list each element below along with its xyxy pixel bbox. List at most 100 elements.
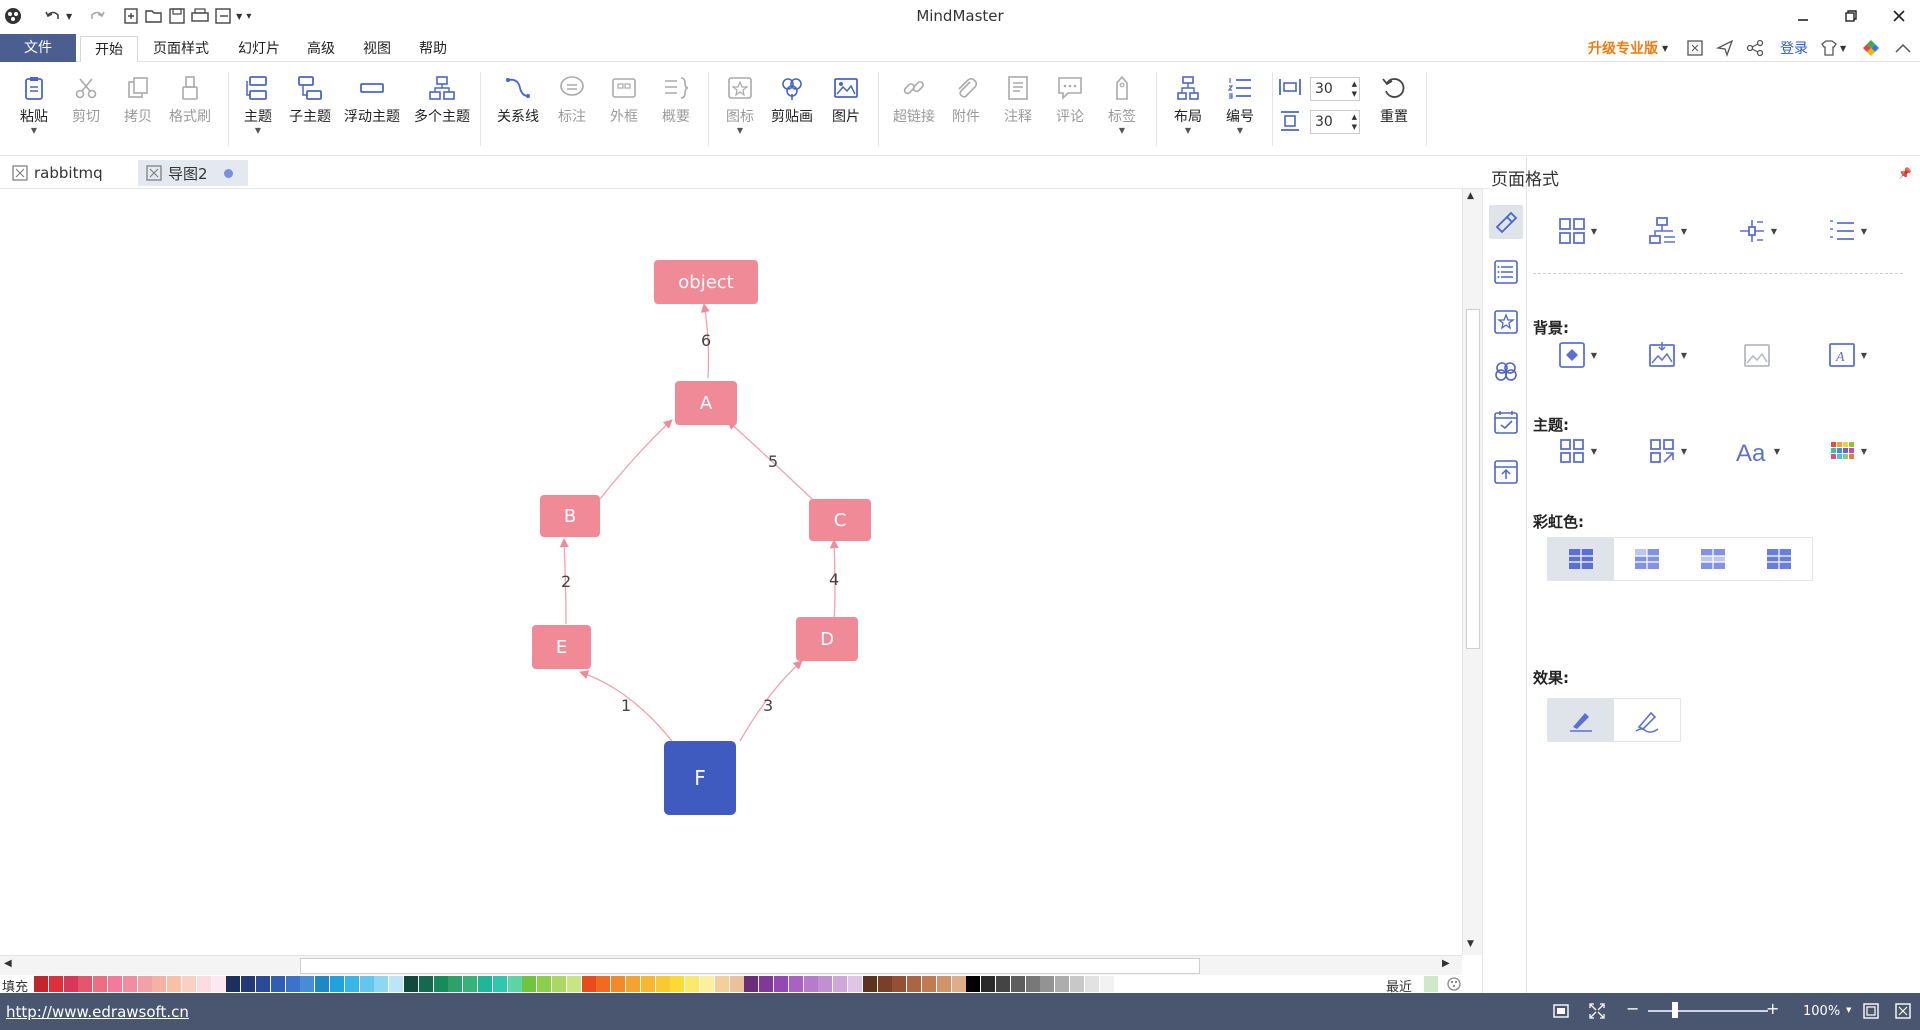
menu-help[interactable]: 帮助 <box>410 36 456 62</box>
color-swatch[interactable] <box>700 976 714 992</box>
zoom-slider[interactable] <box>1648 1010 1768 1012</box>
color-swatch[interactable] <box>48 976 63 992</box>
color-swatch[interactable] <box>877 976 892 992</box>
color-swatch[interactable] <box>330 976 344 992</box>
remove-background-button[interactable] <box>1727 337 1787 373</box>
color-swatch[interactable] <box>492 976 507 992</box>
color-swatch[interactable] <box>596 976 611 992</box>
color-swatch[interactable] <box>892 976 907 992</box>
numbering-button[interactable]: 编号 ▼ <box>1214 72 1266 146</box>
color-swatch[interactable] <box>196 976 211 992</box>
background-image-button[interactable]: ▼ <box>1637 337 1697 373</box>
zoom-in-icon[interactable]: + <box>1766 999 1779 1018</box>
color-swatch[interactable] <box>211 976 226 992</box>
print-icon[interactable] <box>190 7 210 25</box>
save-icon[interactable] <box>168 7 186 25</box>
palette-settings-icon[interactable] <box>1446 976 1462 992</box>
background-color-button[interactable]: ▼ <box>1547 337 1607 373</box>
menu-page-style[interactable]: 页面样式 <box>144 36 218 62</box>
login-link[interactable]: 登录 <box>1780 38 1808 58</box>
color-swatch[interactable] <box>714 976 729 992</box>
color-swatch[interactable] <box>566 976 581 992</box>
zoom-out-icon[interactable]: − <box>1626 999 1639 1018</box>
reset-button[interactable]: 重置 <box>1368 72 1420 146</box>
outline-tab-icon[interactable] <box>1489 255 1523 289</box>
tab-map2[interactable]: 导图2 <box>138 160 248 186</box>
root-topic-F[interactable]: F <box>664 741 736 815</box>
paste-button[interactable]: 粘贴 ▼ <box>8 72 60 146</box>
connector-style-button[interactable]: ▼ <box>1727 213 1787 249</box>
color-swatch[interactable] <box>374 976 389 992</box>
horizontal-spacing-input[interactable]: 30 ▲ ▼ <box>1310 77 1360 101</box>
pin-panel-icon[interactable]: 📌 <box>1898 167 1912 180</box>
color-swatch[interactable] <box>1025 976 1040 992</box>
topic-D[interactable]: D <box>796 617 858 661</box>
share-icon[interactable] <box>1746 38 1764 58</box>
color-swatch[interactable] <box>167 976 182 992</box>
open-folder-icon[interactable] <box>144 7 164 25</box>
close-window-button[interactable] <box>1882 4 1916 28</box>
menu-start[interactable]: 开始 <box>80 36 138 62</box>
undo-icon[interactable] <box>44 7 62 25</box>
scroll-right-icon[interactable]: ▶ <box>1442 958 1450 969</box>
callout-button[interactable]: 标注 <box>546 72 598 146</box>
color-swatch[interactable] <box>774 976 788 992</box>
export-dropdown-icon[interactable]: ▼ <box>236 12 242 21</box>
minimize-button[interactable] <box>1786 4 1820 28</box>
color-swatch[interactable] <box>507 976 522 992</box>
topic-object[interactable]: object <box>654 260 758 304</box>
fullscreen-icon[interactable] <box>1686 38 1704 58</box>
color-swatch[interactable] <box>34 976 48 992</box>
color-swatch[interactable] <box>759 976 774 992</box>
color-swatch[interactable] <box>626 976 640 992</box>
spin-arrows-icon[interactable]: ▲ ▼ <box>1352 112 1357 132</box>
color-swatch[interactable] <box>552 976 566 992</box>
topic-button[interactable]: 主题 ▼ <box>232 72 284 146</box>
color-swatch[interactable] <box>1084 976 1099 992</box>
menu-view[interactable]: 视图 <box>354 36 400 62</box>
recent-color-swatch[interactable] <box>1424 976 1438 992</box>
zoom-dropdown-icon[interactable]: ▼ <box>1846 1006 1851 1014</box>
color-swatch[interactable] <box>344 976 359 992</box>
color-swatch[interactable] <box>1010 976 1025 992</box>
color-swatch[interactable] <box>359 976 374 992</box>
format-painter-button[interactable]: 格式刷 <box>164 72 216 146</box>
hyperlink-button[interactable]: 超链接 <box>888 72 940 146</box>
color-swatch[interactable] <box>256 976 270 992</box>
rainbow-option-1[interactable] <box>1548 538 1614 580</box>
rainbow-option-3[interactable] <box>1680 538 1746 580</box>
color-swatch[interactable] <box>744 976 759 992</box>
color-swatch[interactable] <box>1070 976 1084 992</box>
page-view-icon[interactable] <box>1862 1002 1880 1020</box>
attachment-button[interactable]: 附件 <box>940 72 992 146</box>
note-button[interactable]: 注释 <box>992 72 1044 146</box>
comment-button[interactable]: 评论 <box>1044 72 1096 146</box>
color-swatch[interactable] <box>448 976 463 992</box>
relationship-button[interactable]: 关系线 <box>492 72 544 146</box>
color-swatch[interactable] <box>522 976 537 992</box>
topic-E[interactable]: E <box>532 625 591 669</box>
scroll-left-icon[interactable]: ◀ <box>4 958 12 969</box>
color-swatch[interactable] <box>285 976 300 992</box>
clipart-button[interactable]: 剪贴画 <box>766 72 818 146</box>
menu-file[interactable]: 文件 <box>0 34 76 62</box>
upgrade-link[interactable]: 升级专业版 ▼ <box>1588 38 1668 58</box>
cut-button[interactable]: 剪切 <box>60 72 112 146</box>
color-swatch[interactable] <box>951 976 966 992</box>
color-swatch[interactable] <box>226 976 241 992</box>
color-swatch[interactable] <box>63 976 78 992</box>
color-swatch[interactable] <box>611 976 626 992</box>
color-swatch[interactable] <box>907 976 922 992</box>
horizontal-scroll-thumb[interactable] <box>300 958 1200 974</box>
color-swatch[interactable] <box>270 976 285 992</box>
theme-button[interactable]: ▼ <box>1547 433 1607 469</box>
copy-button[interactable]: 拷贝 <box>112 72 164 146</box>
color-swatch[interactable] <box>463 976 478 992</box>
color-swatch[interactable] <box>404 976 418 992</box>
color-swatch[interactable] <box>108 976 122 992</box>
layout-button[interactable]: 布局 ▼ <box>1162 72 1214 146</box>
color-swatch[interactable] <box>241 976 256 992</box>
color-swatch[interactable] <box>818 976 833 992</box>
send-icon[interactable] <box>1716 38 1734 58</box>
fit-page-icon[interactable] <box>1552 1002 1570 1020</box>
